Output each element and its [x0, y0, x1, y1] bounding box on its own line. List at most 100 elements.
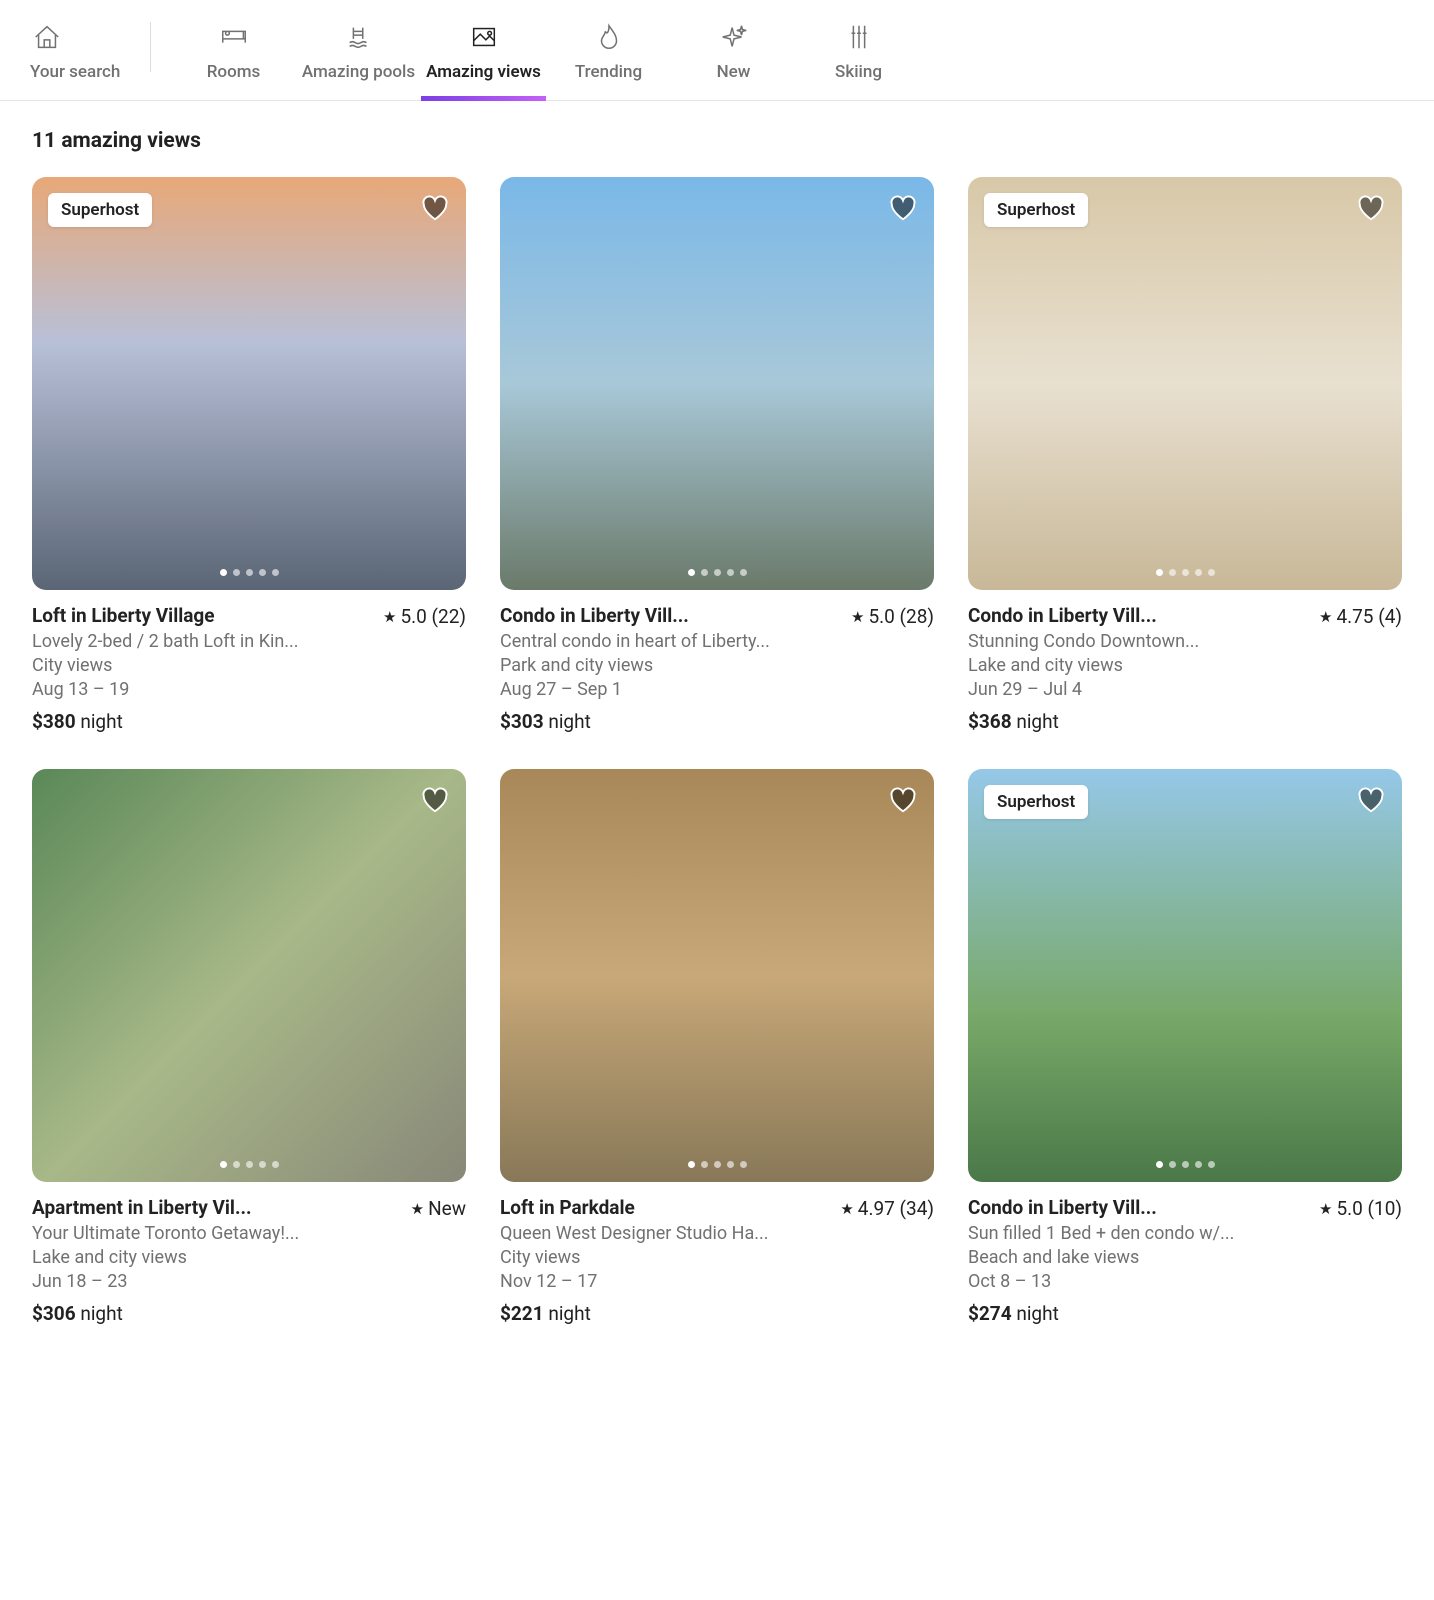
carousel-dot[interactable]	[1156, 1161, 1163, 1168]
carousel-dot[interactable]	[1156, 569, 1163, 576]
tab-your-search[interactable]: Your search	[30, 12, 150, 100]
star-icon: ★	[1319, 608, 1332, 626]
carousel-dot[interactable]	[220, 569, 227, 576]
tab-amazing-pools[interactable]: Amazing pools	[296, 12, 421, 100]
heart-icon[interactable]	[888, 193, 918, 223]
carousel-dot[interactable]	[714, 1161, 721, 1168]
listing-title: Condo in Liberty Vill...	[968, 604, 1311, 627]
tab-label: Skiing	[835, 62, 882, 82]
carousel-dot[interactable]	[259, 1161, 266, 1168]
carousel-dot[interactable]	[246, 1161, 253, 1168]
carousel-dot[interactable]	[1195, 1161, 1202, 1168]
carousel-dots	[32, 1161, 466, 1168]
tab-skiing[interactable]: Skiing	[796, 12, 921, 100]
carousel-dot[interactable]	[1195, 569, 1202, 576]
listing-title-row: Loft in Parkdale★ 4.97 (34)	[500, 1196, 934, 1221]
listing-price: $221	[500, 1302, 544, 1325]
results-heading: 11 amazing views	[32, 129, 1402, 153]
listing-card[interactable]: SuperhostLoft in Liberty Village★ 5.0 (2…	[32, 177, 466, 733]
carousel-dot[interactable]	[740, 569, 747, 576]
listing-image[interactable]: Superhost	[968, 177, 1402, 590]
listing-rating: ★ 4.97 (34)	[840, 1197, 934, 1220]
carousel-dot[interactable]	[714, 569, 721, 576]
carousel-dot[interactable]	[1208, 1161, 1215, 1168]
listing-dates: Jun 29 – Jul 4	[968, 679, 1402, 700]
listing-card[interactable]: SuperhostCondo in Liberty Vill...★ 5.0 (…	[968, 769, 1402, 1325]
carousel-dot[interactable]	[272, 569, 279, 576]
listing-views: Beach and lake views	[968, 1247, 1402, 1268]
carousel-dots	[500, 569, 934, 576]
listing-price-row: $221 night	[500, 1302, 934, 1325]
carousel-dot[interactable]	[1182, 569, 1189, 576]
listing-card[interactable]: Superhost Condo in Liberty Vill... ★ 4.75 …	[968, 177, 1402, 733]
listing-price: $368	[968, 710, 1012, 733]
carousel-dot[interactable]	[1208, 569, 1215, 576]
carousel-dot[interactable]	[246, 569, 253, 576]
carousel-dot[interactable]	[727, 569, 734, 576]
carousel-dot[interactable]	[272, 1161, 279, 1168]
listing-description: Stunning Condo Downtown...	[968, 631, 1402, 652]
tab-amazing-views[interactable]: Amazing views	[421, 12, 546, 100]
listing-rating: ★ 5.0 (22)	[383, 605, 466, 628]
tab-trending[interactable]: Trending	[546, 12, 671, 100]
listing-price-unit: night	[544, 710, 591, 733]
listing-description: Your Ultimate Toronto Getaway!...	[32, 1223, 466, 1244]
tab-label: Amazing views	[426, 62, 541, 82]
tab-rooms[interactable]: Rooms	[171, 12, 296, 100]
pool-icon	[342, 20, 376, 54]
listing-image[interactable]	[32, 769, 466, 1182]
listing-price: $274	[968, 1302, 1012, 1325]
superhost-badge: Superhost	[984, 785, 1088, 819]
listing-description: Lovely 2-bed / 2 bath Loft in Kin...	[32, 631, 466, 652]
listing-title-row: Apartment in Liberty Vil...★ New	[32, 1196, 466, 1221]
carousel-dot[interactable]	[688, 569, 695, 576]
listing-image[interactable]: Superhost	[32, 177, 466, 590]
carousel-dot[interactable]	[701, 569, 708, 576]
tab-label: Amazing pools	[302, 62, 415, 82]
carousel-dots	[500, 1161, 934, 1168]
carousel-dot[interactable]	[233, 569, 240, 576]
listing-price-row: $303 night	[500, 710, 934, 733]
listing-title: Condo in Liberty Vill...	[968, 1196, 1311, 1219]
listing-dates: Nov 12 – 17	[500, 1271, 934, 1292]
carousel-dot[interactable]	[259, 569, 266, 576]
rating-label: 5.0 (28)	[868, 605, 934, 628]
content-area: 11 amazing views SuperhostLoft in Libert…	[0, 101, 1434, 1353]
listing-card[interactable]: Loft in Parkdale★ 4.97 (34)Queen West De…	[500, 769, 934, 1325]
listing-price-row: $368 night	[968, 710, 1402, 733]
listing-price-unit: night	[1012, 710, 1059, 733]
listing-price-unit: night	[544, 1302, 591, 1325]
carousel-dot[interactable]	[1169, 569, 1176, 576]
carousel-dot[interactable]	[740, 1161, 747, 1168]
listing-price-row: $380 night	[32, 710, 466, 733]
carousel-dot[interactable]	[1169, 1161, 1176, 1168]
listing-card[interactable]: Condo in Liberty Vill...★ 5.0 (28)Centra…	[500, 177, 934, 733]
carousel-dot[interactable]	[233, 1161, 240, 1168]
listing-image[interactable]	[500, 769, 934, 1182]
heart-icon[interactable]	[1356, 193, 1386, 223]
carousel-dot[interactable]	[1182, 1161, 1189, 1168]
tab-label: New	[717, 62, 751, 82]
heart-icon[interactable]	[1356, 785, 1386, 815]
house-icon	[30, 20, 64, 54]
heart-icon[interactable]	[420, 193, 450, 223]
rating-label: 4.75 (4)	[1336, 605, 1402, 628]
heart-icon[interactable]	[888, 785, 918, 815]
listing-price-unit: night	[1012, 1302, 1059, 1325]
listing-description: Queen West Designer Studio Ha...	[500, 1223, 934, 1244]
carousel-dot[interactable]	[701, 1161, 708, 1168]
listing-title-row: Condo in Liberty Vill...★ 5.0 (28)	[500, 604, 934, 629]
listing-description: Sun filled 1 Bed + den condo w/...	[968, 1223, 1402, 1244]
heart-icon[interactable]	[420, 785, 450, 815]
carousel-dot[interactable]	[220, 1161, 227, 1168]
listings-grid: SuperhostLoft in Liberty Village★ 5.0 (2…	[32, 177, 1402, 1325]
listing-rating: ★ 4.75 (4)	[1319, 605, 1402, 628]
carousel-dot[interactable]	[727, 1161, 734, 1168]
listing-image[interactable]	[500, 177, 934, 590]
tab-new[interactable]: New	[671, 12, 796, 100]
listing-card[interactable]: Apartment in Liberty Vil...★ NewYour Ult…	[32, 769, 466, 1325]
sparkle-icon	[717, 20, 751, 54]
listing-image[interactable]: Superhost	[968, 769, 1402, 1182]
carousel-dot[interactable]	[688, 1161, 695, 1168]
tab-label: Your search	[30, 62, 120, 82]
